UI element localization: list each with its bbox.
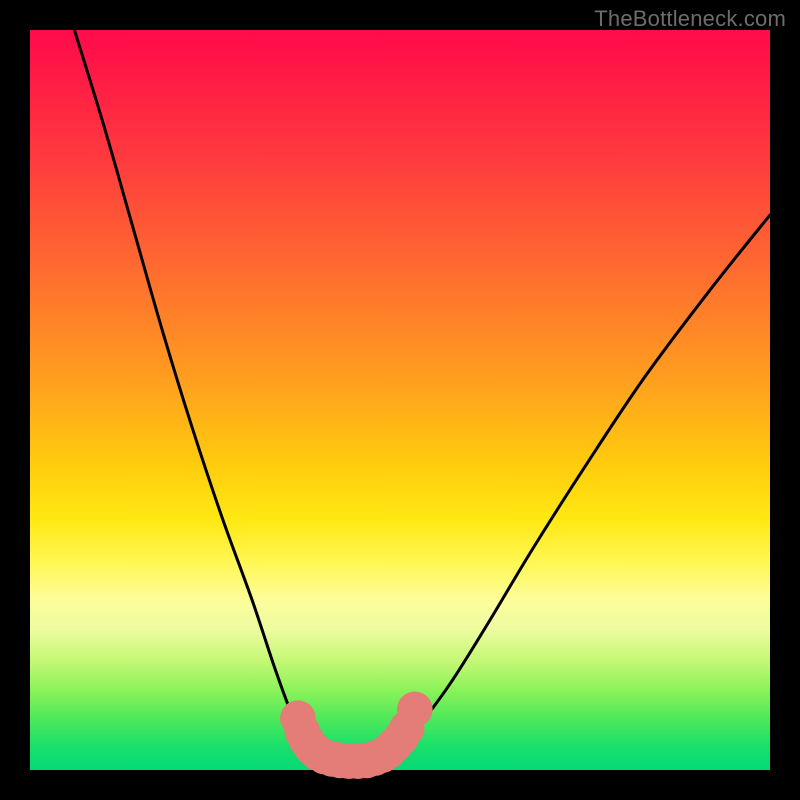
- curve-layer: [74, 30, 770, 763]
- bottleneck-curve: [74, 30, 770, 763]
- attribution-text: TheBottleneck.com: [594, 6, 786, 32]
- marker-layer: [280, 691, 433, 778]
- chart-svg: [30, 30, 770, 770]
- data-marker: [397, 691, 433, 727]
- chart-frame: TheBottleneck.com: [0, 0, 800, 800]
